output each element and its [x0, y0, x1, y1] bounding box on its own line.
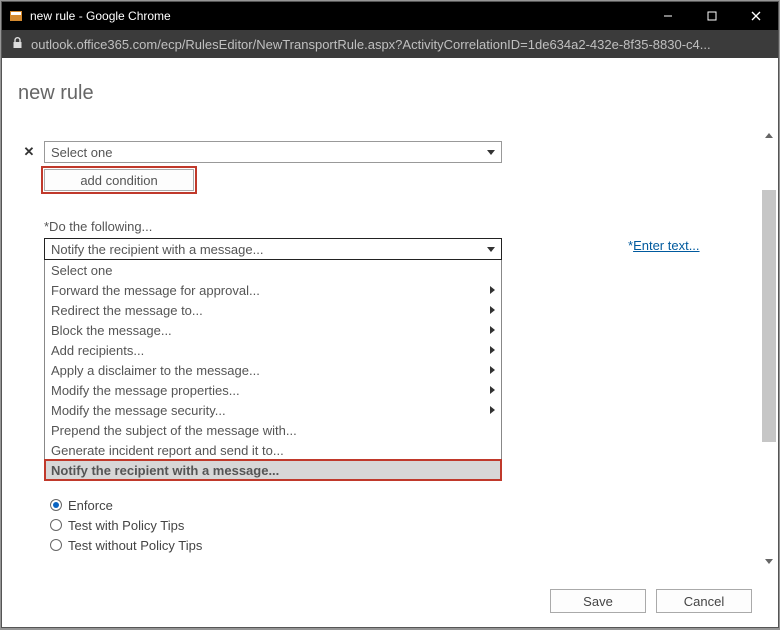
action-select-value: Notify the recipient with a message...: [51, 242, 263, 257]
mode-radio-group: Enforce Test with Policy Tips Test without…: [50, 495, 762, 555]
window-controls: [646, 2, 778, 30]
action-dropdown-item[interactable]: Modify the message properties...: [45, 380, 501, 400]
dropdown-item-label: Notify the recipient with a message...: [51, 463, 279, 478]
dialog-footer: Save Cancel: [550, 589, 752, 613]
action-dropdown-item[interactable]: Redirect the message to...: [45, 300, 501, 320]
submenu-caret-icon: [490, 306, 495, 314]
content-area: new rule ✕ Select one add condition *Do …: [2, 58, 778, 627]
page: new rule ✕ Select one add condition *Do …: [2, 58, 778, 627]
radio-icon: [50, 519, 62, 531]
action-dropdown-item[interactable]: Apply a disclaimer to the message...: [45, 360, 501, 380]
dropdown-item-label: Generate incident report and send it to.…: [51, 443, 284, 458]
action-dropdown: Select one Forward the message for approv…: [44, 260, 502, 481]
mode-radio-row[interactable]: Enforce: [50, 495, 762, 515]
action-section-label: *Do the following...: [44, 219, 762, 234]
cancel-button[interactable]: Cancel: [656, 589, 752, 613]
close-button[interactable]: [734, 2, 778, 30]
dropdown-item-label: Select one: [51, 263, 112, 278]
mode-radio-row[interactable]: Test without Policy Tips: [50, 535, 762, 555]
chrome-window: new rule - Google Chrome outlook.office3…: [1, 1, 779, 628]
mode-radio-row[interactable]: Test with Policy Tips: [50, 515, 762, 535]
action-dropdown-item[interactable]: Add recipients...: [45, 340, 501, 360]
action-select[interactable]: Notify the recipient with a message...: [44, 238, 502, 260]
enter-text-link[interactable]: Enter text...: [633, 238, 699, 253]
dropdown-item-label: Block the message...: [51, 323, 172, 338]
maximize-button[interactable]: [690, 2, 734, 30]
action-select-wrap: Notify the recipient with a message... *…: [44, 238, 762, 481]
submenu-caret-icon: [490, 326, 495, 334]
dropdown-item-label: Prepend the subject of the message with.…: [51, 423, 297, 438]
minimize-button[interactable]: [646, 2, 690, 30]
radio-icon: [50, 539, 62, 551]
action-dropdown-item[interactable]: Select one: [45, 260, 501, 280]
window-title: new rule - Google Chrome: [30, 9, 646, 23]
remove-condition-icon[interactable]: ✕: [22, 144, 36, 160]
submenu-caret-icon: [490, 366, 495, 374]
submenu-caret-icon: [490, 286, 495, 294]
chevron-down-icon: [487, 247, 495, 252]
condition-row: ✕ Select one: [22, 141, 762, 163]
dropdown-item-label: Add recipients...: [51, 343, 144, 358]
url-bar[interactable]: outlook.office365.com/ecp/RulesEditor/Ne…: [2, 30, 778, 58]
cancel-button-label: Cancel: [684, 594, 724, 609]
lock-icon: [12, 37, 23, 52]
url-text: outlook.office365.com/ecp/RulesEditor/Ne…: [31, 37, 711, 52]
form-body: ✕ Select one add condition *Do the follo…: [18, 141, 762, 555]
radio-label: Test with Policy Tips: [68, 518, 184, 533]
page-title: new rule: [18, 82, 762, 105]
action-dropdown-item[interactable]: Generate incident report and send it to.…: [45, 440, 501, 460]
dropdown-item-label: Modify the message security...: [51, 403, 226, 418]
radio-label: Test without Policy Tips: [68, 538, 202, 553]
radio-icon: [50, 499, 62, 511]
dropdown-item-label: Forward the message for approval...: [51, 283, 260, 298]
condition-select-value: Select one: [51, 145, 112, 160]
scrollbar-thumb[interactable]: [762, 190, 776, 442]
triangle-down-icon: [765, 559, 773, 564]
add-condition-label: add condition: [80, 173, 157, 188]
submenu-caret-icon: [490, 346, 495, 354]
condition-select[interactable]: Select one: [44, 141, 502, 163]
enter-text-link-wrap: *Enter text...: [628, 238, 700, 253]
add-condition-button[interactable]: add condition: [44, 169, 194, 191]
save-button[interactable]: Save: [550, 589, 646, 613]
action-dropdown-item[interactable]: Modify the message security...: [45, 400, 501, 420]
chevron-down-icon: [487, 150, 495, 155]
action-dropdown-item[interactable]: Forward the message for approval...: [45, 280, 501, 300]
dropdown-item-label: Redirect the message to...: [51, 303, 203, 318]
dropdown-item-label: Modify the message properties...: [51, 383, 240, 398]
dropdown-item-label: Apply a disclaimer to the message...: [51, 363, 260, 378]
add-condition-wrap: add condition: [44, 169, 762, 191]
scroll-down-button[interactable]: [762, 556, 776, 566]
action-dropdown-item[interactable]: Prepend the subject of the message with.…: [45, 420, 501, 440]
window-app-icon: [8, 8, 24, 24]
save-button-label: Save: [583, 594, 613, 609]
action-dropdown-item[interactable]: Block the message...: [45, 320, 501, 340]
titlebar: new rule - Google Chrome: [2, 2, 778, 30]
radio-label: Enforce: [68, 498, 113, 513]
submenu-caret-icon: [490, 406, 495, 414]
action-dropdown-item[interactable]: Notify the recipient with a message...: [45, 460, 501, 480]
submenu-caret-icon: [490, 386, 495, 394]
